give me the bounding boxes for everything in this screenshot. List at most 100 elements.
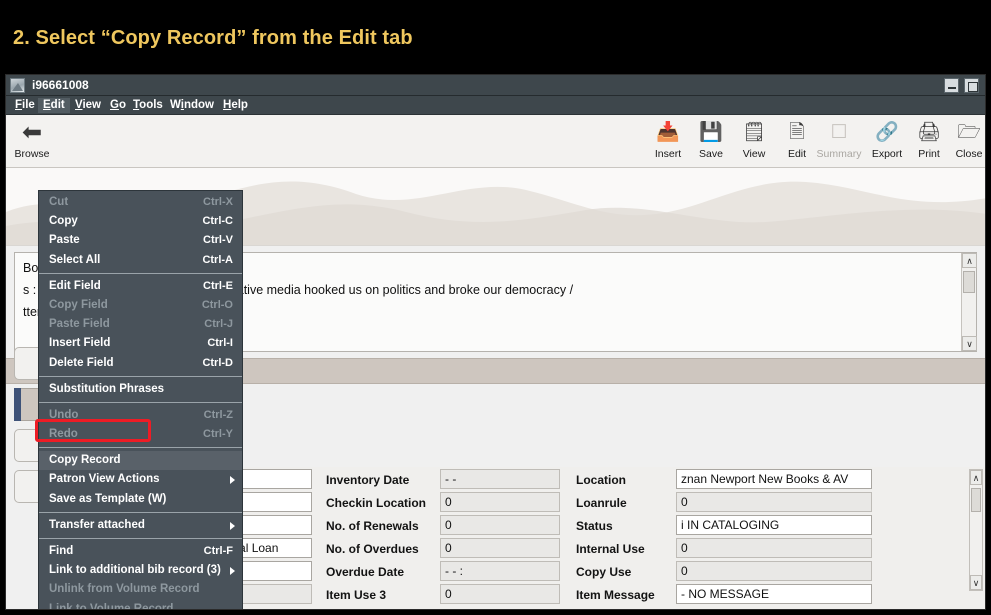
menu-help[interactable]: Help <box>218 98 253 113</box>
insert-label: Insert <box>654 148 682 160</box>
menu-item-accel: Ctrl-C <box>202 215 233 228</box>
menu-window[interactable]: Window <box>165 98 219 113</box>
toolbar: ⬅ Browse 📥 Insert 💾 Save 🗒 View 🗎 Edit ☐… <box>6 115 985 168</box>
menu-item-label: Insert Field <box>49 337 111 350</box>
export-label: Export <box>871 148 903 160</box>
submenu-arrow-icon <box>230 567 235 576</box>
menu-item-label: Copy Record <box>49 454 121 467</box>
menu-item-label: Edit Field <box>49 279 101 292</box>
close-label: Close <box>955 148 983 160</box>
edit-button[interactable]: 🗎 Edit <box>774 118 820 160</box>
export-button[interactable]: 🔗 Export <box>864 118 910 160</box>
field-input[interactable]: znan Newport New Books & AV <box>676 469 872 489</box>
submenu-arrow-icon <box>230 521 235 530</box>
menu-item-label: Substitution Phrases <box>49 382 165 395</box>
menu-view[interactable]: View <box>70 98 106 113</box>
field-label: No. of Overdues <box>326 542 419 556</box>
menu-item-cut: Cut Ctrl-X <box>39 193 242 212</box>
close-button[interactable]: 🗁 Close <box>946 118 985 160</box>
menu-bar: File Edit View Go Tools Window Help <box>6 96 985 115</box>
field-input[interactable]: 0 <box>676 538 872 558</box>
menu-item-accel: Ctrl-O <box>201 298 233 311</box>
scroll-up-icon[interactable]: ∧ <box>962 253 977 268</box>
menu-item-save-as-template[interactable]: Save as Template (W) <box>39 490 242 509</box>
menu-item-paste[interactable]: Paste Ctrl-V <box>39 231 242 250</box>
menu-item-paste-field: Paste Field Ctrl-J <box>39 315 242 334</box>
field-input[interactable]: 0 <box>440 538 560 558</box>
menu-tools[interactable]: Tools <box>128 98 168 113</box>
menu-separator <box>39 511 242 513</box>
field-label: Overdue Date <box>326 565 405 579</box>
menu-item-copy-record[interactable]: Copy Record <box>39 451 242 471</box>
field-input[interactable]: - - <box>440 469 560 489</box>
menu-edit[interactable]: Edit <box>38 98 70 113</box>
menu-item-delete-field[interactable]: Delete Field Ctrl-D <box>39 354 242 373</box>
submenu-arrow-icon <box>230 476 235 485</box>
field-input[interactable]: 0 <box>676 561 872 581</box>
menu-item-label: Copy <box>49 215 78 228</box>
menu-item-accel: Ctrl-Y <box>203 428 233 441</box>
summary-icon: ☐ <box>830 122 848 143</box>
scroll-down-icon[interactable]: ∨ <box>970 575 982 590</box>
browse-button[interactable]: ⬅ Browse <box>8 118 56 160</box>
menu-item-copy[interactable]: Copy Ctrl-C <box>39 212 242 231</box>
export-icon: 🔗 <box>875 122 899 143</box>
menu-item-accel: Ctrl-I <box>207 337 233 350</box>
menu-item-accel: Ctrl-V <box>203 234 233 247</box>
menu-item-find[interactable]: Find Ctrl-F <box>39 542 242 561</box>
field-label: Status <box>576 519 613 533</box>
menu-item-label: Link to additional bib record (3) <box>49 564 221 577</box>
menu-item-label: Delete Field <box>49 356 114 369</box>
insert-button[interactable]: 📥 Insert <box>645 118 691 160</box>
menu-item-label: Paste Field <box>49 318 110 331</box>
slide-title: 2. Select “Copy Record” from the Edit ta… <box>13 27 413 49</box>
field-input[interactable]: - - : <box>440 561 560 581</box>
menu-item-accel: Ctrl-Z <box>203 408 233 421</box>
menu-item-transfer-attached[interactable]: Transfer attached <box>39 516 242 535</box>
save-icon: 💾 <box>699 122 723 143</box>
record-scrollbar[interactable]: ∧ ∨ <box>961 253 977 351</box>
menu-file[interactable]: File <box>10 98 40 113</box>
menu-item-substitution-phrases[interactable]: Substitution Phrases <box>39 380 242 399</box>
menu-item-label: Paste <box>49 234 80 247</box>
field-input[interactable]: i IN CATALOGING <box>676 515 872 535</box>
view-button[interactable]: 🗒 View <box>731 118 777 160</box>
field-label: Item Message <box>576 588 655 602</box>
menu-item-label: Patron View Actions <box>49 473 160 486</box>
menu-item-edit-field[interactable]: Edit Field Ctrl-E <box>39 277 242 296</box>
menu-item-link-additional-bib[interactable]: Link to additional bib record (3) <box>39 561 242 580</box>
field-input[interactable]: 0 <box>676 492 872 512</box>
edit-dropdown-menu[interactable]: Cut Ctrl-X Copy Ctrl-C Paste Ctrl-V Sele… <box>38 190 243 610</box>
view-label: View <box>742 148 766 160</box>
edit-label: Edit <box>787 148 807 160</box>
field-label: Item Use 3 <box>326 588 387 602</box>
menu-separator <box>39 538 242 539</box>
menu-item-insert-field[interactable]: Insert Field Ctrl-I <box>39 334 242 353</box>
field-label: Checkin Location <box>326 496 427 510</box>
maximize-button[interactable] <box>964 78 979 93</box>
minimize-button[interactable] <box>944 78 959 93</box>
scroll-thumb[interactable] <box>963 271 975 293</box>
menu-item-label: Unlink from Volume Record <box>49 583 200 596</box>
window-title-bar: i96661008 <box>6 75 985 96</box>
field-input[interactable]: 0 <box>440 492 560 512</box>
menu-item-patron-view-actions[interactable]: Patron View Actions <box>39 470 242 489</box>
field-input[interactable]: 0 <box>440 515 560 535</box>
menu-item-accel: Ctrl-A <box>202 253 233 266</box>
menu-item-accel: Ctrl-X <box>203 196 233 208</box>
scroll-up-icon[interactable]: ∧ <box>970 470 982 485</box>
scroll-down-icon[interactable]: ∨ <box>962 336 977 351</box>
save-button[interactable]: 💾 Save <box>688 118 734 160</box>
back-arrow-icon: ⬅ <box>21 119 43 146</box>
menu-separator <box>39 375 242 377</box>
menu-item-unlink-volume-record: Unlink from Volume Record <box>39 580 242 599</box>
field-input[interactable]: 0 <box>440 584 560 604</box>
field-label: Loanrule <box>576 496 627 510</box>
form-scrollbar[interactable]: ∧ ∨ <box>969 469 983 591</box>
scroll-thumb[interactable] <box>971 488 981 512</box>
field-input[interactable]: - NO MESSAGE <box>676 584 872 604</box>
field-label: Copy Use <box>576 565 632 579</box>
menu-item-label: Save as Template (W) <box>49 492 167 505</box>
menu-item-label: Link to Volume Record <box>49 602 174 610</box>
menu-item-select-all[interactable]: Select All Ctrl-A <box>39 251 242 270</box>
